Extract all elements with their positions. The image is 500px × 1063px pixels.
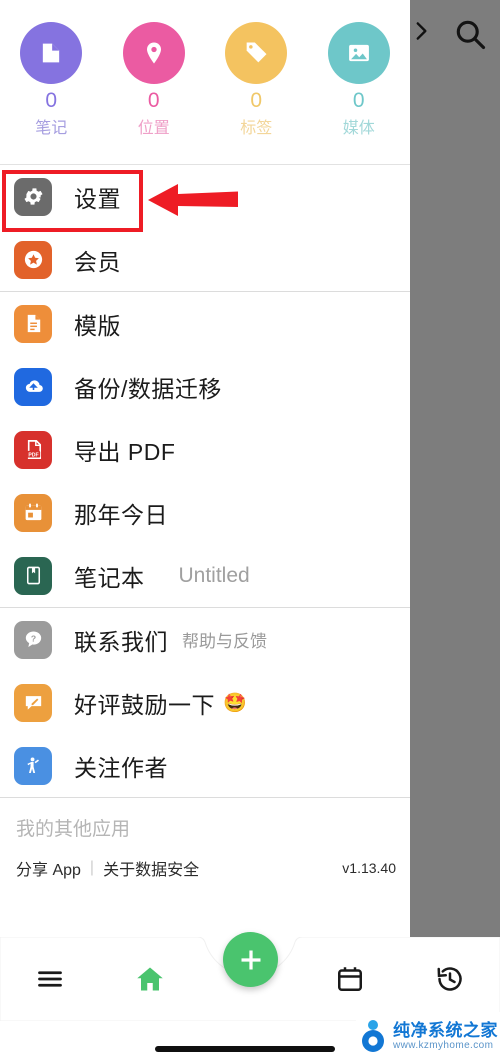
stat-label: 媒体 <box>342 120 375 137</box>
menu-item-label: 模版 <box>74 312 121 339</box>
nav-item-menu[interactable] <box>0 937 100 1021</box>
home-indicator <box>155 1046 335 1052</box>
menu-item-label: 联系我们 <box>74 628 168 655</box>
nav-item-calendar[interactable] <box>300 937 400 1021</box>
menu-item-export-pdf[interactable]: PDF 导出 PDF <box>0 418 410 481</box>
menu-item-label: 好评鼓励一下 <box>74 691 215 718</box>
menu-item-label: 关注作者 <box>74 754 168 781</box>
menu-section-support: ? 联系我们 帮助与反馈 好评鼓励一下 🤩 关注作者 <box>0 608 410 797</box>
footer-links: 分享 App | 关于数据安全 v1.13.40 <box>0 846 410 880</box>
watermark-url: www.kzmyhome.com <box>393 1039 494 1051</box>
home-icon <box>137 967 163 991</box>
hamburger-menu-icon <box>38 971 62 987</box>
navigation-drawer: 0 笔记 0 位置 0 标签 0 媒体 设置 会员 模版 备份/数据迁移 PDF… <box>0 0 410 937</box>
watermark-text: 纯净系统之家 www.kzmyhome.com <box>393 1022 498 1051</box>
stat-label: 笔记 <box>35 120 68 137</box>
screen-root: 0 笔记 0 位置 0 标签 0 媒体 设置 会员 模版 备份/数据迁移 PDF… <box>0 0 500 1063</box>
star-badge-icon <box>14 240 52 279</box>
help-bubble-icon: ? <box>14 620 52 659</box>
other-apps-label: 我的其他应用 <box>16 819 131 840</box>
menu-item-label: 笔记本 <box>74 564 145 591</box>
stat-count: 0 <box>250 89 263 112</box>
svg-text:?: ? <box>30 634 35 644</box>
menu-item-subtitle: 帮助与反馈 <box>182 632 267 651</box>
notebook-icon <box>14 556 52 595</box>
image-icon <box>327 22 390 84</box>
note-page-icon <box>20 22 83 84</box>
history-icon <box>437 967 462 991</box>
cloud-upload-icon <box>14 367 52 406</box>
calendar-outline-icon <box>338 967 363 991</box>
menu-item-label: 会员 <box>74 248 121 275</box>
plus-icon <box>241 950 260 969</box>
menu-item-label: 那年今日 <box>74 501 168 528</box>
menu-item-label: 备份/数据迁移 <box>74 375 222 402</box>
pdf-icon: PDF <box>14 430 52 469</box>
drawer-scrim[interactable] <box>410 0 500 937</box>
stat-locations[interactable]: 0 位置 <box>103 22 206 152</box>
tag-icon <box>225 22 288 84</box>
menu-item-label: 设置 <box>74 185 121 212</box>
stat-tags[interactable]: 0 标签 <box>205 22 308 152</box>
site-watermark: 纯净系统之家 www.kzmyhome.com <box>356 1012 500 1060</box>
stat-count: 0 <box>45 89 58 112</box>
person-wave-icon <box>14 746 52 785</box>
app-version: v1.13.40 <box>342 860 396 876</box>
nav-item-home[interactable] <box>100 937 200 1021</box>
menu-item-label: 导出 PDF <box>74 438 176 465</box>
rate-emoji: 🤩 <box>223 692 247 714</box>
location-pin-icon <box>122 22 185 84</box>
footer-separator: | <box>89 859 95 876</box>
review-pencil-icon <box>14 683 52 722</box>
calendar-icon <box>14 493 52 532</box>
stat-label: 标签 <box>240 120 273 137</box>
menu-item-on-this-day[interactable]: 那年今日 <box>0 481 410 544</box>
watermark-title: 纯净系统之家 <box>393 1020 498 1040</box>
stat-count: 0 <box>147 89 160 112</box>
menu-item-templates[interactable]: 模版 <box>0 292 410 355</box>
menu-item-rate-app[interactable]: 好评鼓励一下 🤩 <box>0 671 410 734</box>
stat-count: 0 <box>352 89 365 112</box>
menu-item-membership[interactable]: 会员 <box>0 228 410 291</box>
stat-label: 位置 <box>137 120 170 137</box>
notebook-value: Untitled <box>178 563 250 587</box>
data-safety-link[interactable]: 关于数据安全 <box>103 856 199 880</box>
stat-media[interactable]: 0 媒体 <box>308 22 411 152</box>
share-app-link[interactable]: 分享 App <box>16 856 81 880</box>
menu-item-backup-migration[interactable]: 备份/数据迁移 <box>0 355 410 418</box>
svg-text:PDF: PDF <box>28 452 38 458</box>
search-icon[interactable] <box>452 16 488 52</box>
menu-item-contact-us[interactable]: ? 联系我们 帮助与反馈 <box>0 608 410 671</box>
stat-notes[interactable]: 0 笔记 <box>0 22 103 152</box>
gear-icon <box>14 177 52 216</box>
document-icon <box>14 304 52 343</box>
add-fab-button[interactable] <box>223 932 278 987</box>
watermark-logo-icon <box>362 1020 384 1052</box>
stats-header: 0 笔记 0 位置 0 标签 0 媒体 <box>0 0 410 165</box>
chevron-right-icon[interactable] <box>408 18 434 52</box>
menu-item-follow-author[interactable]: 关注作者 <box>0 734 410 797</box>
menu-item-settings[interactable]: 设置 <box>0 165 410 228</box>
menu-section-tools: 模版 备份/数据迁移 PDF 导出 PDF 那年今日 笔记本 Untitled <box>0 292 410 607</box>
menu-item-notebook[interactable]: 笔记本 Untitled <box>0 544 410 607</box>
menu-section-account: 设置 会员 <box>0 165 410 291</box>
nav-item-history[interactable] <box>400 937 500 1021</box>
